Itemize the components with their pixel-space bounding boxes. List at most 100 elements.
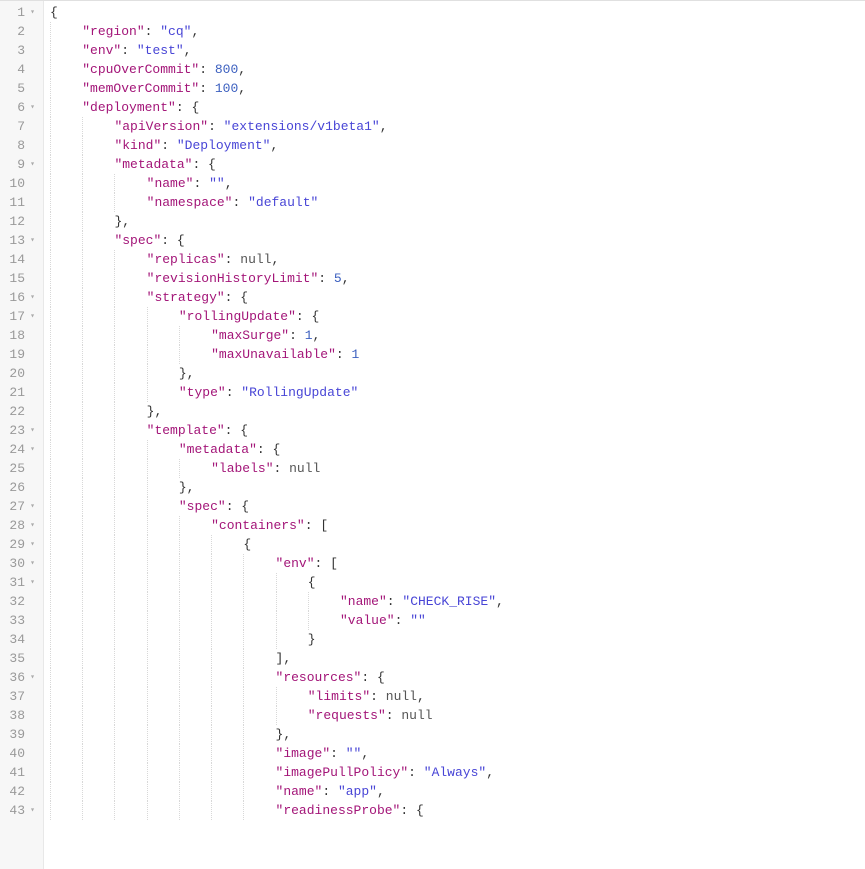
line-number: 41: [4, 763, 35, 782]
indent-guide: [82, 136, 83, 155]
indent-guide: [243, 611, 244, 630]
fold-toggle-icon[interactable]: ▾: [27, 3, 35, 22]
token-str: "": [209, 176, 225, 191]
indent-guide: [114, 535, 115, 554]
token-punc: ,: [238, 81, 246, 96]
code-line[interactable]: },: [50, 364, 865, 383]
code-line[interactable]: "namespace": "default": [50, 193, 865, 212]
fold-toggle-icon[interactable]: ▾: [27, 440, 35, 459]
line-number: 27▾: [4, 497, 35, 516]
code-line[interactable]: "resources": {: [50, 668, 865, 687]
code-line[interactable]: "rollingUpdate": {: [50, 307, 865, 326]
fold-toggle-icon[interactable]: ▾: [27, 288, 35, 307]
token-str: "extensions/v1beta1": [224, 119, 380, 134]
code-line[interactable]: },: [50, 212, 865, 231]
indent-guide: [179, 326, 180, 345]
indent-guide: [243, 592, 244, 611]
code-line[interactable]: "value": "": [50, 611, 865, 630]
indent-guide: [82, 231, 83, 250]
code-line[interactable]: "cpuOverCommit": 800,: [50, 60, 865, 79]
code-line[interactable]: "metadata": {: [50, 440, 865, 459]
fold-toggle-icon[interactable]: ▾: [27, 516, 35, 535]
code-line[interactable]: "region": "cq",: [50, 22, 865, 41]
code-line[interactable]: ],: [50, 649, 865, 668]
fold-toggle-icon[interactable]: ▾: [27, 421, 35, 440]
code-line[interactable]: "labels": null: [50, 459, 865, 478]
indent-guide: [82, 155, 83, 174]
code-line[interactable]: },: [50, 725, 865, 744]
fold-toggle-icon[interactable]: ▾: [27, 231, 35, 250]
token-key: "namespace": [147, 195, 233, 210]
code-line[interactable]: "name": "CHECK_RISE",: [50, 592, 865, 611]
code-line[interactable]: "kind": "Deployment",: [50, 136, 865, 155]
indent-guide: [114, 725, 115, 744]
fold-toggle-icon[interactable]: ▾: [27, 98, 35, 117]
line-number-text: 20: [9, 366, 25, 381]
token-punc: {: [243, 537, 251, 552]
line-number-text: 6: [17, 100, 25, 115]
fold-toggle-icon[interactable]: ▾: [27, 801, 35, 820]
token-key: "rollingUpdate": [179, 309, 296, 324]
code-line[interactable]: "strategy": {: [50, 288, 865, 307]
fold-toggle-icon[interactable]: ▾: [27, 155, 35, 174]
code-line[interactable]: "image": "",: [50, 744, 865, 763]
code-line[interactable]: "containers": [: [50, 516, 865, 535]
code-line[interactable]: "replicas": null,: [50, 250, 865, 269]
indent-guide: [82, 706, 83, 725]
line-number: 1▾: [4, 3, 35, 22]
indent-guide: [147, 630, 148, 649]
line-number-text: 17: [9, 309, 25, 324]
code-line[interactable]: "deployment": {: [50, 98, 865, 117]
line-number-text: 30: [9, 556, 25, 571]
code-area[interactable]: { "region": "cq", "env": "test", "cpuOve…: [44, 1, 865, 869]
line-number-text: 21: [9, 385, 25, 400]
code-line[interactable]: "revisionHistoryLimit": 5,: [50, 269, 865, 288]
code-line[interactable]: }: [50, 630, 865, 649]
code-line[interactable]: "readinessProbe": {: [50, 801, 865, 820]
indent-guide: [50, 516, 51, 535]
indent-guide: [243, 801, 244, 820]
token-str: "": [410, 613, 426, 628]
line-number-text: 28: [9, 518, 25, 533]
indent-guide: [147, 668, 148, 687]
code-line[interactable]: "env": [: [50, 554, 865, 573]
code-line[interactable]: "maxSurge": 1,: [50, 326, 865, 345]
code-line[interactable]: "name": "app",: [50, 782, 865, 801]
code-line[interactable]: "env": "test",: [50, 41, 865, 60]
code-line[interactable]: "maxUnavailable": 1: [50, 345, 865, 364]
code-line[interactable]: "requests": null: [50, 706, 865, 725]
code-line[interactable]: "spec": {: [50, 497, 865, 516]
indent-guide: [82, 611, 83, 630]
indent-guide: [211, 592, 212, 611]
fold-toggle-icon[interactable]: ▾: [27, 535, 35, 554]
code-line[interactable]: },: [50, 478, 865, 497]
indent-guide: [50, 706, 51, 725]
indent-guide: [147, 497, 148, 516]
code-line[interactable]: "type": "RollingUpdate": [50, 383, 865, 402]
fold-toggle-icon[interactable]: ▾: [27, 668, 35, 687]
line-number-text: 5: [17, 81, 25, 96]
code-line[interactable]: "template": {: [50, 421, 865, 440]
code-line[interactable]: "metadata": {: [50, 155, 865, 174]
indent-guide: [179, 554, 180, 573]
code-line[interactable]: "limits": null,: [50, 687, 865, 706]
code-line[interactable]: "apiVersion": "extensions/v1beta1",: [50, 117, 865, 136]
code-line[interactable]: },: [50, 402, 865, 421]
fold-toggle-icon[interactable]: ▾: [27, 573, 35, 592]
token-punc: },: [114, 214, 130, 229]
fold-toggle-icon[interactable]: ▾: [27, 497, 35, 516]
indent-guide: [211, 649, 212, 668]
code-line[interactable]: "spec": {: [50, 231, 865, 250]
code-line[interactable]: {: [50, 535, 865, 554]
indent-guide: [179, 801, 180, 820]
indent-guide: [114, 554, 115, 573]
code-line[interactable]: "name": "",: [50, 174, 865, 193]
fold-toggle-icon[interactable]: ▾: [27, 307, 35, 326]
code-line[interactable]: "imagePullPolicy": "Always",: [50, 763, 865, 782]
code-line[interactable]: {: [50, 3, 865, 22]
indent-guide: [147, 573, 148, 592]
fold-toggle-icon[interactable]: ▾: [27, 554, 35, 573]
line-number-text: 36: [9, 670, 25, 685]
code-line[interactable]: {: [50, 573, 865, 592]
code-line[interactable]: "memOverCommit": 100,: [50, 79, 865, 98]
